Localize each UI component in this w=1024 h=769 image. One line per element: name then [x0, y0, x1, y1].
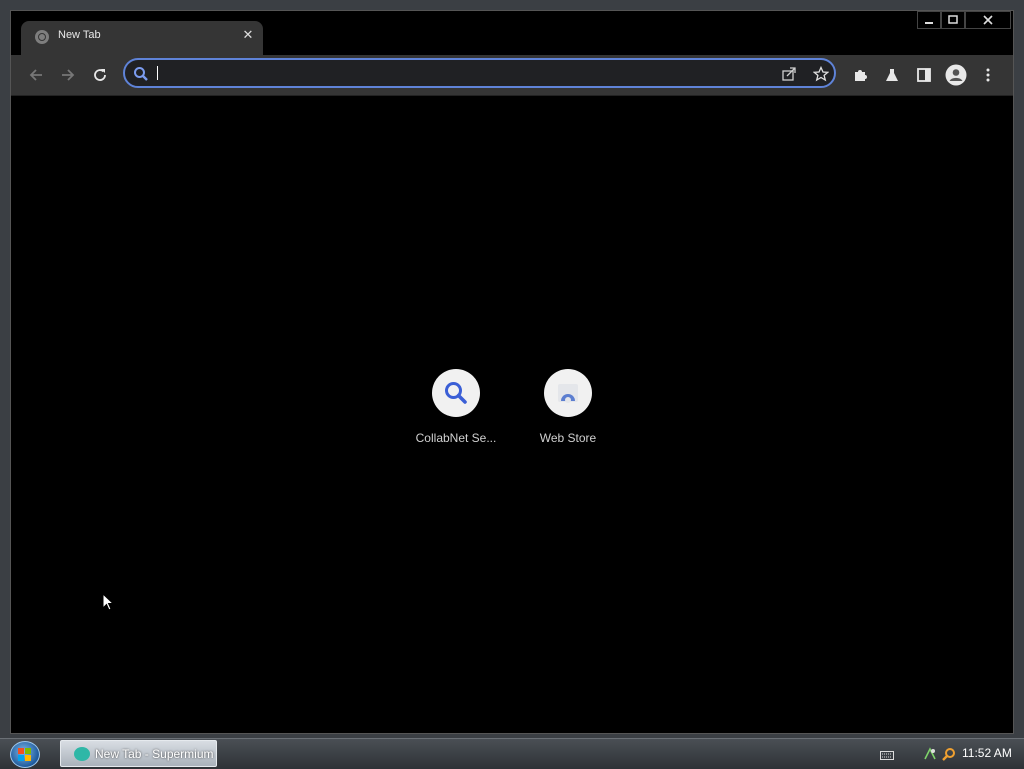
tab-new-tab[interactable]: New Tab ✕ [21, 21, 263, 55]
maximize-button[interactable] [941, 11, 965, 29]
avatar-icon [945, 64, 967, 86]
share-icon[interactable] [779, 64, 799, 84]
forward-button[interactable] [56, 63, 80, 87]
arrow-left-icon [29, 69, 42, 81]
address-bar[interactable] [123, 58, 836, 88]
tab-title: New Tab [58, 29, 101, 41]
shortcut-web-store[interactable]: Web Store [516, 369, 620, 445]
arrow-right-icon [62, 69, 75, 81]
supermium-icon [74, 747, 90, 761]
side-panel-button[interactable] [912, 63, 936, 87]
network-icon[interactable] [923, 746, 937, 765]
web-store-icon [544, 369, 592, 417]
labs-button[interactable] [880, 63, 904, 87]
bookmark-star-icon[interactable] [811, 64, 831, 84]
new-tab-page: CollabNet Se... Web Store [11, 96, 1013, 733]
menu-button[interactable] [976, 63, 1000, 87]
extensions-button[interactable] [848, 63, 872, 87]
reload-button[interactable] [88, 63, 112, 87]
taskbar-clock[interactable]: 11:52 AM [962, 746, 1012, 760]
puzzle-icon [855, 70, 867, 81]
search-icon [432, 369, 480, 417]
profile-button[interactable] [944, 63, 968, 87]
address-input[interactable] [155, 63, 759, 85]
reload-icon [94, 69, 106, 81]
taskbar: New Tab - Supermium 11:52 AM [0, 738, 1024, 769]
search-icon[interactable] [942, 746, 956, 765]
taskbar-app-button[interactable]: New Tab - Supermium [60, 740, 217, 767]
text-caret [157, 66, 158, 80]
keyboard-icon[interactable] [880, 746, 894, 765]
close-window-button[interactable] [965, 11, 1011, 29]
title-bar: New Tab ✕ [11, 11, 1013, 55]
shortcut-label: CollabNet Se... [415, 431, 497, 445]
taskbar-app-label: New Tab - Supermium [95, 747, 214, 761]
shortcut-collabnet[interactable]: CollabNet Se... [404, 369, 508, 445]
more-vert-icon [986, 68, 990, 82]
back-button[interactable] [24, 63, 48, 87]
flask-icon [886, 69, 898, 81]
tab-close-icon[interactable]: ✕ [239, 27, 257, 45]
toolbar [11, 55, 1013, 96]
shortcut-label: Web Store [539, 431, 597, 445]
start-button[interactable] [10, 741, 40, 768]
browser-window: New Tab ✕ CollabNet Se... Web Store [10, 10, 1014, 734]
side-panel-icon [917, 68, 931, 82]
minimize-button[interactable] [917, 11, 941, 29]
windows-logo-icon [18, 748, 31, 761]
mouse-cursor-icon [102, 593, 115, 611]
globe-icon [35, 30, 49, 44]
search-icon [133, 66, 149, 86]
